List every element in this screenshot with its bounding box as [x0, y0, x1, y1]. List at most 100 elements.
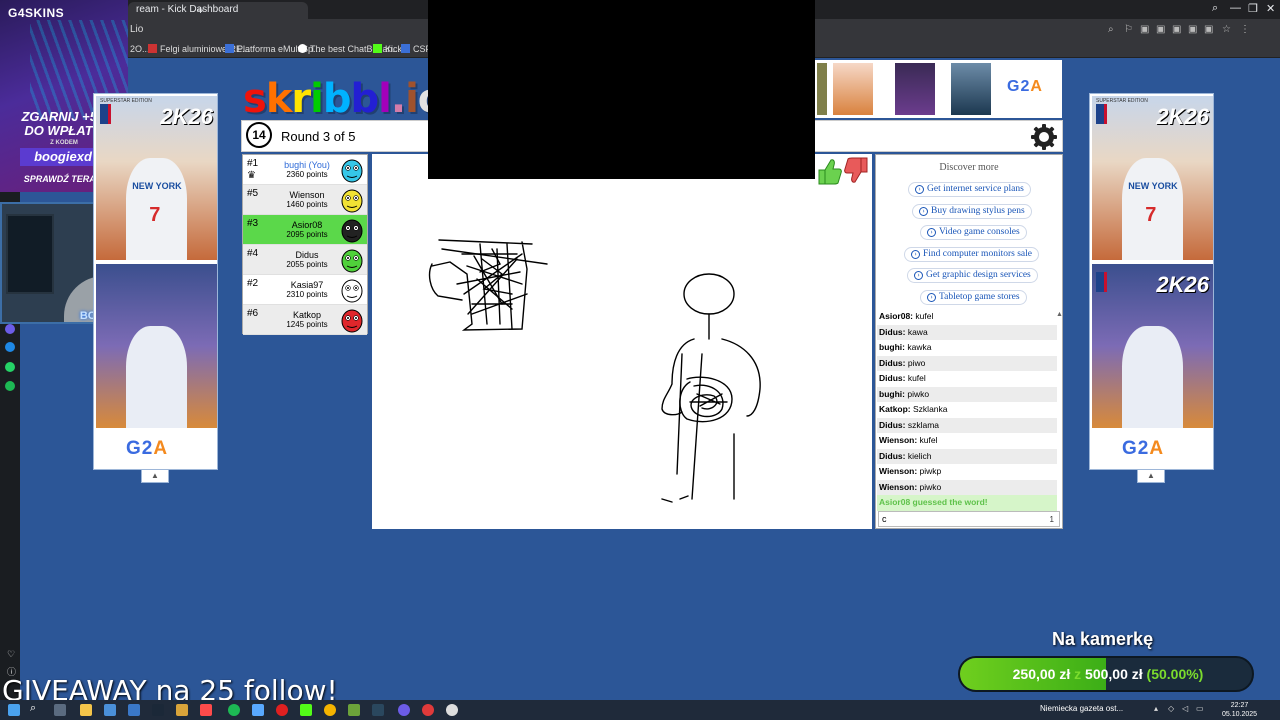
app-icon[interactable]: [5, 324, 15, 334]
news-widget[interactable]: Niemiecka gazeta ost...: [1040, 704, 1123, 713]
chat-text: piwko: [907, 388, 930, 399]
extension-icon[interactable]: ▣: [1140, 24, 1149, 35]
chat-panel: Discover more › Get internet service plan…: [875, 154, 1063, 529]
network-icon[interactable]: ◇: [1168, 704, 1174, 713]
tray-icon[interactable]: ▴: [1154, 704, 1158, 713]
store-icon[interactable]: [104, 704, 116, 716]
player-row[interactable]: #6 Katkop 1245 points: [243, 305, 367, 335]
ad-thumbnail[interactable]: [817, 63, 827, 115]
ad-thumbnail[interactable]: [951, 63, 991, 115]
goal-percent: (50.00%): [1146, 666, 1204, 682]
arrow-icon: ›: [927, 228, 936, 238]
system-clock[interactable]: 22:27 05.10.2025: [1222, 701, 1257, 719]
ad-card[interactable]: SUPERSTAR EDITION 2K26 NEW YORK 7: [96, 96, 217, 260]
spotify-icon[interactable]: [228, 704, 240, 716]
player-name: bughi (You): [284, 160, 330, 170]
player-points: 1245 points: [286, 320, 328, 329]
close-button[interactable]: ✕: [1266, 2, 1275, 15]
extension-icon[interactable]: ▣: [1172, 24, 1181, 35]
extension-icon[interactable]: ⚐: [1124, 24, 1133, 35]
obs-icon[interactable]: [422, 704, 434, 716]
goal-separator: z: [1074, 666, 1082, 682]
task-view-icon[interactable]: [54, 704, 66, 716]
bookmark-star-icon[interactable]: ☆: [1222, 24, 1231, 35]
chrome-icon[interactable]: [324, 704, 336, 716]
extension-icon[interactable]: ▣: [1188, 24, 1197, 35]
chat-username: Wienson:: [879, 466, 918, 476]
opera-icon[interactable]: [276, 704, 288, 716]
ad-collapse-button[interactable]: ▲: [141, 469, 169, 483]
spotify-icon[interactable]: [5, 381, 15, 391]
kick-icon[interactable]: [300, 704, 312, 716]
discover-link[interactable]: › Video game consoles: [920, 225, 1027, 241]
discover-link[interactable]: › Get graphic design services: [907, 268, 1038, 284]
extension-icon[interactable]: ▣: [1204, 24, 1213, 35]
app-icon[interactable]: [446, 704, 458, 716]
player-row[interactable]: #1 ♛ bughi (You) 2360 points: [243, 155, 367, 185]
discord-icon[interactable]: [398, 704, 410, 716]
ad-card[interactable]: [96, 264, 217, 428]
chat-username: Wienson:: [879, 435, 918, 445]
ad-jersey-number: 7: [149, 204, 161, 227]
chat-message: Katkop: Szklanka: [877, 402, 1057, 418]
browser-tab[interactable]: ream - Kick Dashboard: [128, 2, 308, 19]
file-explorer-icon[interactable]: [80, 704, 92, 716]
round-bar-right: [815, 120, 1063, 152]
kick-icon: [373, 44, 382, 53]
bookmark-item[interactable]: 2O...: [130, 44, 150, 54]
app-icon[interactable]: [200, 704, 212, 716]
maximize-button[interactable]: ❐: [1248, 2, 1258, 15]
extension-icon[interactable]: ▣: [1156, 24, 1165, 35]
chat-input[interactable]: c: [878, 511, 1060, 527]
messenger-icon[interactable]: [5, 342, 15, 352]
ad-thumbnail[interactable]: [895, 63, 935, 115]
whatsapp-icon[interactable]: [5, 362, 15, 372]
heart-icon[interactable]: ♡: [7, 649, 15, 660]
ad-collapse-button[interactable]: ▲: [1137, 469, 1165, 483]
minecraft-icon[interactable]: [348, 704, 360, 716]
goal-text: 250,00 zł z 500,00 zł (50.00%): [960, 666, 1252, 682]
right-ad[interactable]: SUPERSTAR EDITION 2K26 NEW YORK 7 2K26 G…: [1089, 93, 1214, 470]
battery-icon[interactable]: ▭: [1196, 704, 1204, 713]
settings-gear-icon[interactable]: [1030, 123, 1058, 151]
search-icon[interactable]: ⌕: [1212, 2, 1218, 15]
bookmark-item[interactable]: Kick: [373, 44, 402, 54]
ad-thumbnail[interactable]: [833, 63, 873, 115]
discover-link[interactable]: › Tabletop game stores: [920, 290, 1027, 305]
app-icon[interactable]: [252, 704, 264, 716]
discover-link[interactable]: › Get internet service plans: [908, 182, 1031, 197]
left-ad[interactable]: SUPERSTAR EDITION 2K26 NEW YORK 7 G2A: [93, 93, 218, 470]
top-ad-strip[interactable]: G2A: [815, 60, 1062, 118]
discover-link[interactable]: › Find computer monitors sale: [904, 246, 1039, 262]
player-row[interactable]: #3 Asior08 2095 points: [243, 215, 367, 245]
app-icon[interactable]: [176, 704, 188, 716]
thumbs-up-icon[interactable]: [818, 159, 842, 185]
player-row[interactable]: #2 Kasia97 2310 points: [243, 275, 367, 305]
ad-card[interactable]: 2K26: [1092, 264, 1213, 428]
extension-icon[interactable]: ⌕: [1108, 24, 1114, 35]
minimize-button[interactable]: —: [1230, 2, 1241, 14]
ad-card[interactable]: SUPERSTAR EDITION 2K26 NEW YORK 7: [1092, 96, 1213, 260]
steam-icon[interactable]: [152, 704, 164, 716]
app-icon[interactable]: [128, 704, 140, 716]
chat-username: Didus:: [879, 419, 906, 430]
g2a-logo: G2A: [126, 438, 169, 459]
chat-text: kufel: [907, 373, 926, 383]
player-points: 2360 points: [286, 170, 328, 179]
chat-message: bughi: piwko: [877, 386, 1057, 402]
player-row[interactable]: #4 Didus 2055 points: [243, 245, 367, 275]
new-tab-button[interactable]: +: [197, 3, 204, 17]
player-row[interactable]: #5 Wienson 1460 points: [243, 185, 367, 215]
thumbs-down-icon[interactable]: [844, 157, 868, 183]
menu-icon[interactable]: ⋮: [1240, 24, 1250, 35]
start-icon[interactable]: [8, 704, 20, 716]
volume-icon[interactable]: ◁: [1182, 704, 1188, 713]
scroll-up-icon[interactable]: ▲: [1056, 311, 1063, 318]
steam-icon[interactable]: [372, 704, 384, 716]
chat-username: Asior08:: [879, 311, 914, 321]
drawing-canvas[interactable]: [372, 154, 872, 529]
discover-link[interactable]: › Buy drawing stylus pens: [912, 203, 1032, 219]
chat-message: Didus: kawa: [877, 324, 1057, 340]
chat-log: Asior08: kufel Didus: kawa bughi: kawka Did…: [877, 309, 1057, 511]
search-icon[interactable]: ⌕: [30, 702, 44, 714]
